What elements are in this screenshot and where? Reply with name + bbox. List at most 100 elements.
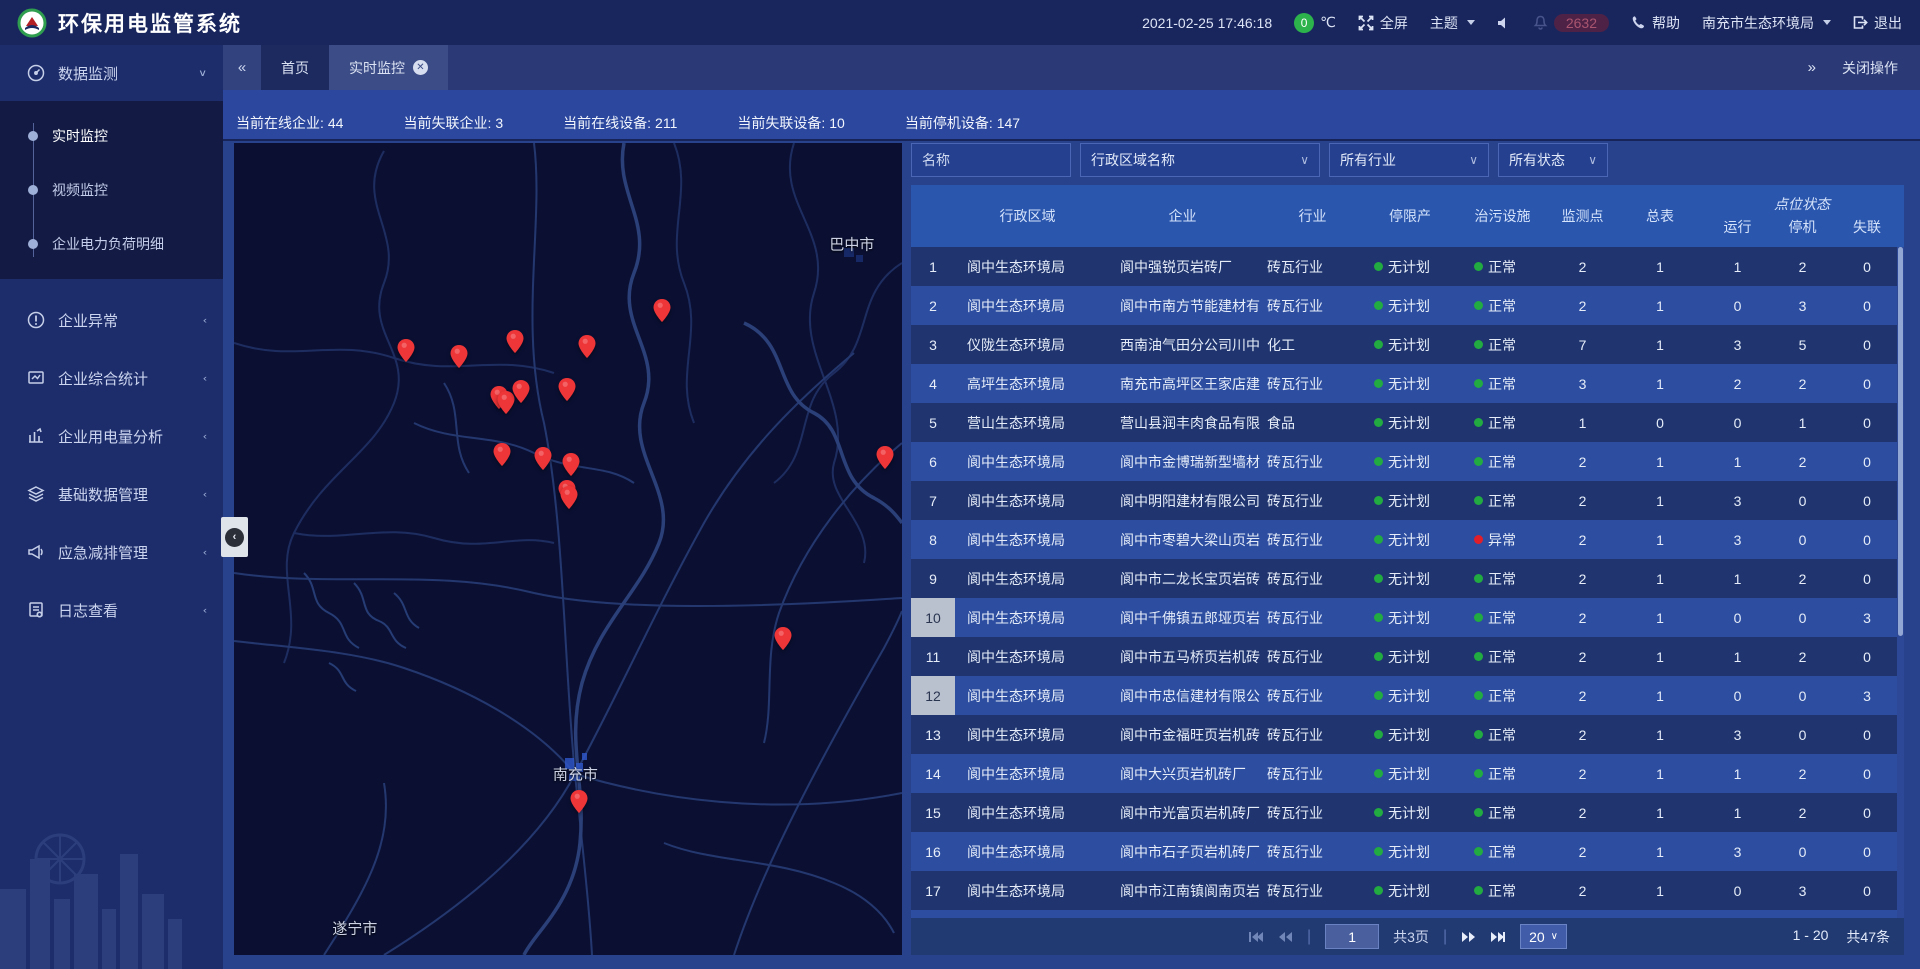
row-facility-status: 正常: [1460, 325, 1545, 364]
next-page-button[interactable]: [1461, 931, 1476, 943]
table-row[interactable]: 12阆中生态环境局阆中市忠信建材有限公砖瓦行业无计划正常21003: [911, 676, 1904, 715]
row-monitor-points: 1: [1545, 403, 1620, 442]
region-filter-select[interactable]: 行政区域名称 ∨: [1080, 143, 1320, 177]
app-title: 环保用电监管系统: [58, 8, 242, 38]
row-region: 阆中生态环境局: [955, 637, 1100, 676]
page-number-input[interactable]: [1325, 924, 1379, 949]
map-pin[interactable]: [563, 453, 580, 476]
map-pin[interactable]: [398, 339, 415, 362]
row-facility-status: 正常: [1460, 286, 1545, 325]
table-row[interactable]: 13阆中生态环境局阆中市金福旺页岩机砖砖瓦行业无计划正常21300: [911, 715, 1904, 754]
table-row[interactable]: 4高坪生态环境局南充市高坪区王家店建砖瓦行业无计划正常31220: [911, 364, 1904, 403]
table-row[interactable]: 6阆中生态环境局阆中市金博瑞新型墙材砖瓦行业无计划正常21120: [911, 442, 1904, 481]
logout-button[interactable]: 退出: [1853, 13, 1902, 33]
map-panel[interactable]: 巴中市南充市遂宁市: [234, 143, 902, 955]
row-industry: 砖瓦行业: [1265, 637, 1360, 676]
last-page-button[interactable]: [1490, 931, 1506, 943]
map-pin[interactable]: [561, 486, 578, 509]
row-facility-status-label: 正常: [1488, 491, 1516, 511]
tab-close-icon[interactable]: ✕: [413, 60, 428, 75]
map-pin[interactable]: [654, 299, 671, 322]
table-row[interactable]: 17阆中生态环境局阆中市江南镇阆南页岩砖瓦行业无计划正常21030: [911, 871, 1904, 910]
name-filter-field[interactable]: [911, 143, 1071, 177]
map-pin[interactable]: [507, 330, 524, 353]
table-row[interactable]: 5营山生态环境局营山县润丰肉食品有限食品无计划正常10010: [911, 403, 1904, 442]
map-pin[interactable]: [558, 378, 575, 401]
mute-button[interactable]: [1497, 16, 1511, 30]
gauge-icon: [26, 64, 46, 82]
row-index: 10: [911, 598, 955, 637]
table-row[interactable]: 2阆中生态环境局阆中市南方节能建材有砖瓦行业无计划正常21030: [911, 286, 1904, 325]
sidebar-item-power-analysis[interactable]: 企业用电量分析 ‹: [0, 407, 223, 465]
row-disconnected-count: 3: [1830, 598, 1904, 637]
page-size-select[interactable]: 20 ∨: [1520, 924, 1567, 949]
sidebar-item-log-view[interactable]: 日志查看 ‹: [0, 581, 223, 639]
tabs-scroll-left-button[interactable]: «: [223, 45, 261, 90]
close-operations-button[interactable]: 关闭操作: [1842, 58, 1898, 78]
industry-filter-select[interactable]: 所有行业 ∨: [1329, 143, 1489, 177]
table-scrollbar[interactable]: [1897, 247, 1904, 918]
map-pin[interactable]: [775, 627, 792, 650]
org-dropdown[interactable]: 南充市生态环境局: [1702, 13, 1831, 33]
sidebar-item-base-data[interactable]: 基础数据管理 ‹: [0, 465, 223, 523]
row-running-count: 3: [1700, 832, 1775, 871]
row-region: 营山生态环境局: [955, 403, 1100, 442]
sidebar-item-video-monitoring[interactable]: 视频监控: [0, 163, 223, 217]
map-pin[interactable]: [876, 446, 893, 469]
table-row[interactable]: 7阆中生态环境局阆中明阳建材有限公司砖瓦行业无计划正常21300: [911, 481, 1904, 520]
table-row[interactable]: 18南部生态环境局南部县砖华水泥有限公建材加工无计划正常60060: [911, 910, 1904, 918]
row-facility-status-label: 正常: [1488, 803, 1516, 823]
map-pin[interactable]: [512, 380, 529, 403]
table-row[interactable]: 8阆中生态环境局阆中市枣碧大梁山页岩砖瓦行业无计划异常21300: [911, 520, 1904, 559]
table-rows: 1阆中生态环境局阆中强锐页岩砖厂砖瓦行业无计划正常211202阆中生态环境局阆中…: [911, 247, 1904, 918]
row-running-count: 1: [1700, 442, 1775, 481]
prev-page-button[interactable]: [1278, 931, 1293, 943]
table-row[interactable]: 9阆中生态环境局阆中市二龙长宝页岩砖砖瓦行业无计划正常21120: [911, 559, 1904, 598]
row-industry: 砖瓦行业: [1265, 871, 1360, 910]
theme-dropdown[interactable]: 主题: [1430, 13, 1475, 33]
row-production-limit-label: 无计划: [1388, 413, 1430, 433]
row-index: 14: [911, 754, 955, 793]
pagination-bar: | 共3页 | 20 ∨ 1 - 20 共47条: [911, 918, 1904, 955]
double-chevron-right-icon[interactable]: »: [1808, 59, 1816, 76]
scrollbar-thumb[interactable]: [1898, 247, 1903, 636]
row-production-limit-label: 无计划: [1388, 296, 1430, 316]
fullscreen-button[interactable]: 全屏: [1358, 13, 1408, 33]
tab-home[interactable]: 首页: [261, 45, 329, 90]
table-row[interactable]: 3仪陇生态环境局西南油气田分公司川中化工无计划正常71350: [911, 325, 1904, 364]
table-row[interactable]: 11阆中生态环境局阆中市五马桥页岩机砖砖瓦行业无计划正常21120: [911, 637, 1904, 676]
map-pin[interactable]: [493, 443, 510, 466]
sidebar-item-data-monitoring[interactable]: 数据监测 ∨: [0, 45, 223, 101]
alarm-counter[interactable]: 2632: [1533, 14, 1609, 32]
row-company: 西南油气田分公司川中: [1100, 325, 1265, 364]
map-pin[interactable]: [579, 335, 596, 358]
table-row[interactable]: 10阆中生态环境局阆中千佛镇五郎垭页岩砖瓦行业无计划正常21003: [911, 598, 1904, 637]
row-production-limit: 无计划: [1360, 676, 1460, 715]
map-pin[interactable]: [451, 345, 468, 368]
row-stopped-count: 2: [1775, 793, 1830, 832]
table-row[interactable]: 16阆中生态环境局阆中市石子页岩机砖厂砖瓦行业无计划正常21300: [911, 832, 1904, 871]
row-production-limit: 无计划: [1360, 520, 1460, 559]
sidebar-item-power-load-detail[interactable]: 企业电力负荷明细: [0, 217, 223, 271]
sidebar-item-realtime-monitoring[interactable]: 实时监控: [0, 109, 223, 163]
help-button[interactable]: 帮助: [1631, 13, 1680, 33]
table-row[interactable]: 1阆中生态环境局阆中强锐页岩砖厂砖瓦行业无计划正常21120: [911, 247, 1904, 286]
status-dot: [1474, 613, 1483, 622]
status-filter-select[interactable]: 所有状态 ∨: [1498, 143, 1608, 177]
row-region: 阆中生态环境局: [955, 559, 1100, 598]
sidebar-item-emergency-reduction[interactable]: 应急减排管理 ‹: [0, 523, 223, 581]
table-row[interactable]: 15阆中生态环境局阆中市光富页岩机砖厂砖瓦行业无计划正常21120: [911, 793, 1904, 832]
row-total-meter: 1: [1620, 598, 1700, 637]
sidebar-item-enterprise-statistics[interactable]: 企业综合统计 ‹: [0, 349, 223, 407]
row-company: 阆中市南方节能建材有: [1100, 286, 1265, 325]
panel-collapse-handle[interactable]: ‹: [221, 517, 248, 557]
name-filter-input[interactable]: [922, 152, 1060, 168]
map-pin[interactable]: [570, 790, 587, 813]
sidebar-item-enterprise-abnormal[interactable]: 企业异常 ‹: [0, 291, 223, 349]
row-production-limit-label: 无计划: [1388, 569, 1430, 589]
tab-realtime-monitoring[interactable]: 实时监控 ✕: [329, 45, 448, 90]
first-page-button[interactable]: [1248, 931, 1264, 943]
table-row[interactable]: 14阆中生态环境局阆中大兴页岩机砖厂砖瓦行业无计划正常21120: [911, 754, 1904, 793]
map-pin[interactable]: [534, 447, 551, 470]
row-stopped-count: 0: [1775, 598, 1830, 637]
